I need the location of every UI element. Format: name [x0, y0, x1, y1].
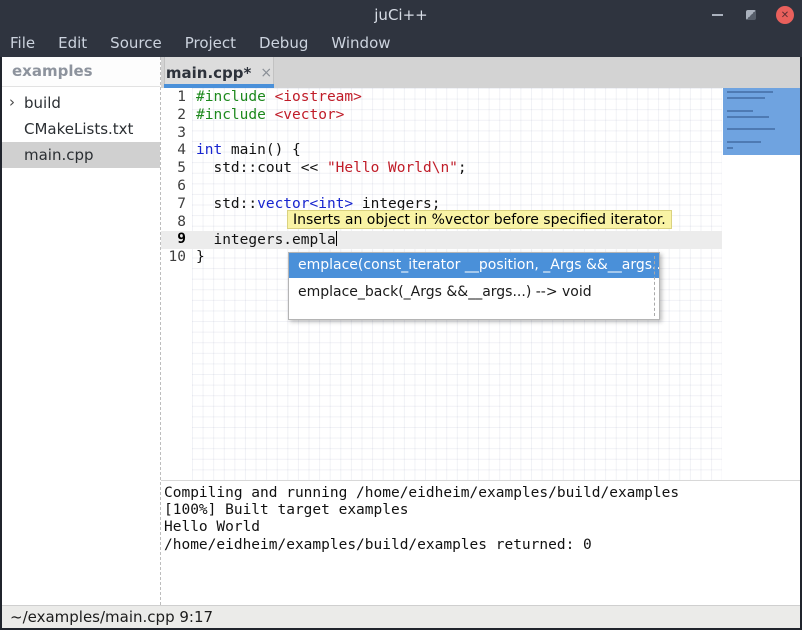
sidebar-item-label: CMakeLists.txt [2, 120, 133, 138]
code-line[interactable]: 2#include <vector> [161, 107, 722, 125]
line-number: 7 [161, 196, 192, 214]
output-line: /home/eidheim/examples/build/examples re… [164, 537, 800, 554]
output-line: Hello World [164, 519, 800, 536]
code-lines: 1#include <iostream>2#include <vector>34… [161, 89, 722, 267]
line-number: 6 [161, 178, 192, 196]
minimap-line [727, 97, 765, 99]
doc-tooltip: Inserts an object in %vector before spec… [287, 210, 672, 229]
code-token: ; [458, 160, 467, 176]
tab-main-cpp[interactable]: main.cpp* × [164, 57, 274, 88]
minimap-line [727, 128, 775, 130]
code-text [192, 178, 196, 196]
close-icon: ✕ [781, 10, 789, 21]
code-token: main() { [222, 142, 301, 158]
statusbar-location: ~/examples/main.cpp 9:17 [10, 608, 213, 626]
code-token: "Hello World\n" [327, 160, 458, 176]
minimap-line [727, 116, 769, 118]
menubar: File Edit Source Project Debug Window [0, 30, 802, 57]
code-line[interactable]: 9 integers.empla [161, 231, 722, 249]
restore-button[interactable] [742, 6, 760, 24]
window-title: juCi++ [374, 6, 427, 24]
code-text: int main() { [192, 142, 301, 160]
menu-item-edit[interactable]: Edit [58, 30, 87, 57]
tab-bar: main.cpp* × [161, 57, 800, 88]
text-cursor [336, 231, 338, 246]
editor-column: main.cpp* × 1#include <iostream>2#includ… [160, 57, 800, 605]
minimap-line [727, 147, 733, 149]
line-number: 5 [161, 160, 192, 178]
completion-items: emplace(const_iterator __position, _Args… [289, 253, 659, 305]
tab-close-icon[interactable]: × [260, 66, 272, 80]
line-number: 3 [161, 125, 192, 143]
output-line: Compiling and running /home/eidheim/exam… [164, 485, 800, 502]
menu-item-file[interactable]: File [10, 30, 35, 57]
line-number: 10 [161, 249, 192, 267]
sidebar-items: ›build CMakeLists.txt main.cpp [2, 87, 160, 168]
code-token: } [196, 249, 205, 265]
sidebar-item-label: main.cpp [2, 146, 94, 164]
line-number: 1 [161, 89, 192, 107]
code-line[interactable]: 5 std::cout << "Hello World\n"; [161, 160, 722, 178]
close-button[interactable]: ✕ [776, 6, 794, 24]
chevron-right-icon[interactable]: › [9, 93, 15, 111]
code-line[interactable]: 6 [161, 178, 722, 196]
code-token: <vector> [275, 107, 345, 123]
menu-item-debug[interactable]: Debug [259, 30, 308, 57]
minimap-line [727, 110, 753, 112]
code-token: #include [196, 89, 266, 105]
minimap-overview[interactable] [723, 88, 800, 155]
sidebar-item-main-cpp[interactable]: main.cpp [2, 142, 160, 168]
code-text: } [192, 249, 205, 267]
menu-item-window[interactable]: Window [331, 30, 390, 57]
line-number: 9 [161, 231, 192, 249]
minimap-line [727, 91, 773, 93]
titlebar-buttons: ✕ [708, 0, 794, 30]
code-token: int [196, 142, 222, 158]
completion-item[interactable]: emplace_back(_Args &&__args...) --> void [289, 280, 659, 305]
line-number: 4 [161, 142, 192, 160]
sidebar-item-build[interactable]: ›build [2, 90, 160, 116]
code-token: <iostream> [275, 89, 362, 105]
build-output-panel: Compiling and running /home/eidheim/exam… [161, 481, 800, 605]
minimap-line [727, 141, 761, 143]
code-token: std::cout << [196, 160, 327, 176]
minimize-icon [712, 14, 723, 16]
titlebar: juCi++ ✕ [0, 0, 802, 30]
code-token [266, 89, 275, 105]
code-token [266, 107, 275, 123]
completion-popup: emplace(const_iterator __position, _Args… [288, 252, 660, 320]
code-text [192, 125, 196, 143]
minimize-button[interactable] [708, 6, 726, 24]
code-token: #include [196, 107, 266, 123]
jucipp-window: juCi++ ✕ File Edit Source Project Debug Windo… [0, 0, 802, 630]
tab-label: main.cpp* [166, 64, 251, 82]
menu-item-source[interactable]: Source [110, 30, 162, 57]
code-text: integers.empla [192, 231, 337, 249]
line-number: 2 [161, 107, 192, 125]
code-line[interactable]: 1#include <iostream> [161, 89, 722, 107]
sidebar-header: examples [2, 57, 160, 87]
code-editor[interactable]: 1#include <iostream>2#include <vector>34… [161, 88, 800, 480]
code-line[interactable]: 4int main() { [161, 142, 722, 160]
menu-item-project[interactable]: Project [185, 30, 236, 57]
code-text: #include <iostream> [192, 89, 362, 107]
restore-icon [746, 10, 756, 20]
code-token: integers.empla [196, 232, 336, 248]
code-text [192, 214, 196, 232]
code-line[interactable]: 3 [161, 125, 722, 143]
code-text: #include <vector> [192, 107, 344, 125]
file-tree-sidebar: examples ›build CMakeLists.txt main.cpp [2, 57, 160, 605]
statusbar: ~/examples/main.cpp 9:17 [2, 605, 800, 628]
code-text: std::cout << "Hello World\n"; [192, 160, 467, 178]
code-token: std:: [196, 196, 257, 212]
sidebar-item-cmakelists-txt[interactable]: CMakeLists.txt [2, 116, 160, 142]
completion-scrollbar[interactable] [654, 256, 655, 316]
output-line: [100%] Built target examples [164, 502, 800, 519]
line-number: 8 [161, 214, 192, 232]
completion-item[interactable]: emplace(const_iterator __position, _Args… [289, 253, 659, 278]
